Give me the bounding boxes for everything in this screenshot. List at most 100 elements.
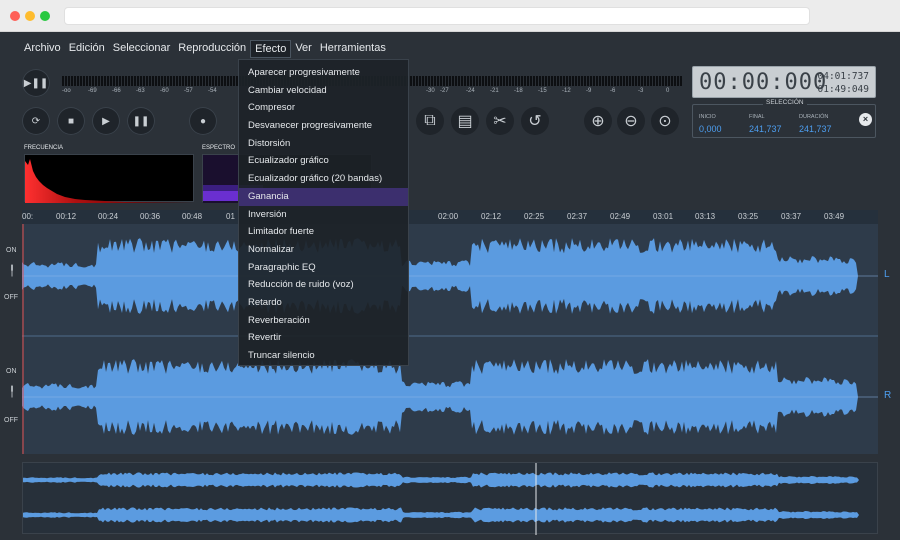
- zoom-out-icon[interactable]: ⊖: [617, 107, 645, 135]
- menu-option[interactable]: Reducción de ruido (voz): [239, 276, 408, 294]
- play-pause-icon[interactable]: ▶❚❚: [22, 69, 50, 97]
- secondary-time: 01:49:049: [817, 84, 869, 95]
- start-value[interactable]: 0,000: [699, 124, 722, 134]
- maximize-window-icon[interactable]: [40, 11, 50, 21]
- menu-option[interactable]: Desvanecer progresivamente: [239, 117, 408, 135]
- meter-tick: -9: [586, 88, 592, 94]
- menu-option[interactable]: Retardo: [239, 294, 408, 312]
- overview-channel: [23, 507, 859, 523]
- menu-option[interactable]: Cambiar velocidad: [239, 82, 408, 100]
- frequency-panel: [24, 154, 195, 203]
- menu-herramientas[interactable]: Herramientas: [316, 40, 390, 58]
- loop-icon[interactable]: ⟳: [22, 107, 50, 135]
- overview-waveform[interactable]: [22, 462, 879, 535]
- close-window-icon[interactable]: [10, 11, 20, 21]
- menu-option[interactable]: Inversión: [239, 206, 408, 224]
- ruler-tick: 00:12: [56, 212, 77, 221]
- waveform-canvas[interactable]: [22, 224, 878, 454]
- menu-option[interactable]: Distorsión: [239, 135, 408, 153]
- meter-tick: -54: [208, 88, 217, 94]
- selection-panel: SELECCIÓN INICIO 0,000 FINAL 241,737 DUR…: [692, 99, 876, 138]
- left-on-label[interactable]: ON: [6, 247, 17, 254]
- menubar: Archivo Edición Seleccionar Reproducción…: [20, 40, 390, 58]
- audio-editor: Archivo Edición Seleccionar Reproducción…: [0, 32, 900, 540]
- meter-tick: -3: [638, 88, 644, 94]
- left-off-label[interactable]: OFF: [4, 294, 18, 301]
- ruler-tick: 00:: [22, 212, 34, 221]
- start-label: INICIO: [699, 114, 716, 120]
- menu-efecto[interactable]: Efecto: [250, 40, 292, 58]
- copy-icon[interactable]: ⧉: [416, 107, 444, 135]
- ruler-tick: 02:25: [524, 212, 545, 221]
- ruler-tick: 00:48: [182, 212, 203, 221]
- time-display: 00:00:000 04:01:737 01:49:049: [692, 66, 876, 98]
- ruler-tick: 02:37: [567, 212, 588, 221]
- menu-seleccionar[interactable]: Seleccionar: [109, 40, 174, 58]
- end-value[interactable]: 241,737: [749, 124, 782, 134]
- ruler-tick: 03:37: [781, 212, 802, 221]
- meter-tick: -24: [466, 88, 475, 94]
- menu-option[interactable]: Limitador fuerte: [239, 223, 408, 241]
- meter-tick: -69: [88, 88, 97, 94]
- ruler-tick: 00:24: [98, 212, 119, 221]
- browser-bar: [0, 0, 900, 32]
- ruler-tick: 03:13: [695, 212, 716, 221]
- menu-option[interactable]: Aparecer progresivamente: [239, 64, 408, 82]
- address-bar[interactable]: [64, 7, 810, 25]
- play-icon[interactable]: ▶: [92, 107, 120, 135]
- meter-tick: -12: [562, 88, 571, 94]
- meter-tick: -66: [112, 88, 121, 94]
- meter-tick: -21: [490, 88, 499, 94]
- menu-option[interactable]: Compresor: [239, 99, 408, 117]
- menu-ver[interactable]: Ver: [291, 40, 316, 58]
- right-off-label[interactable]: OFF: [4, 417, 18, 424]
- ruler-tick: 02:12: [481, 212, 502, 221]
- record-icon[interactable]: ●: [189, 107, 217, 135]
- meter-tick: -30: [426, 88, 435, 94]
- duration-label: DURACIÓN: [799, 114, 829, 120]
- ruler-tick: 02:00: [438, 212, 459, 221]
- frequency-graph: [25, 159, 195, 203]
- menu-option[interactable]: Reverberación: [239, 312, 408, 330]
- left-channel-label: L: [884, 269, 890, 280]
- menu-option[interactable]: Normalizar: [239, 241, 408, 259]
- left-level-icon[interactable]: ╿: [9, 266, 15, 277]
- meter-tick: -oo: [62, 88, 71, 94]
- menu-option[interactable]: Ecualizador gráfico (20 bandas): [239, 170, 408, 188]
- cut-icon[interactable]: ✂: [486, 107, 514, 135]
- menu-option[interactable]: Revertir: [239, 329, 408, 347]
- ruler-tick: 03:49: [824, 212, 845, 221]
- meter-tick: -15: [538, 88, 547, 94]
- right-level-icon[interactable]: ╿: [9, 387, 15, 398]
- menu-option[interactable]: Paragraphic EQ: [239, 259, 408, 277]
- selection-title: SELECCIÓN: [763, 99, 807, 106]
- minimize-window-icon[interactable]: [25, 11, 35, 21]
- pause-icon[interactable]: ❚❚: [127, 107, 155, 135]
- undo-icon[interactable]: ↺: [521, 107, 549, 135]
- menu-option[interactable]: Ecualizador gráfico: [239, 152, 408, 170]
- waveform-editor[interactable]: 00: 00:12 00:24 00:36 00:48 01 02:00 02:12 02:25…: [22, 210, 878, 454]
- time-ruler[interactable]: 00: 00:12 00:24 00:36 00:48 01 02:00 02:12 02:25…: [22, 210, 878, 224]
- menu-option[interactable]: Ganancia: [239, 187, 408, 206]
- paste-icon[interactable]: ▤: [451, 107, 479, 135]
- ruler-tick: 00:36: [140, 212, 161, 221]
- menu-edicion[interactable]: Edición: [65, 40, 109, 58]
- meter-tick: -27: [440, 88, 449, 94]
- stop-icon[interactable]: ■: [57, 107, 85, 135]
- menu-option[interactable]: Truncar silencio: [239, 347, 408, 365]
- overview-channel: [23, 472, 859, 488]
- ruler-tick: 03:01: [653, 212, 674, 221]
- zoom-fit-icon[interactable]: ⊙: [651, 107, 679, 135]
- right-on-label[interactable]: ON: [6, 368, 17, 375]
- zoom-in-icon[interactable]: ⊕: [584, 107, 612, 135]
- freq-label: FRECUENCIA: [24, 145, 64, 151]
- close-icon[interactable]: ×: [859, 113, 872, 126]
- meter-tick: -6: [610, 88, 616, 94]
- spectrum-label: ESPECTRO: [202, 145, 236, 151]
- overview-canvas[interactable]: [23, 463, 879, 535]
- duration-value[interactable]: 241,737: [799, 124, 832, 134]
- ruler-tick: 02:49: [610, 212, 631, 221]
- total-time: 04:01:737: [817, 71, 869, 82]
- menu-reproduccion[interactable]: Reproducción: [174, 40, 250, 58]
- menu-archivo[interactable]: Archivo: [20, 40, 65, 58]
